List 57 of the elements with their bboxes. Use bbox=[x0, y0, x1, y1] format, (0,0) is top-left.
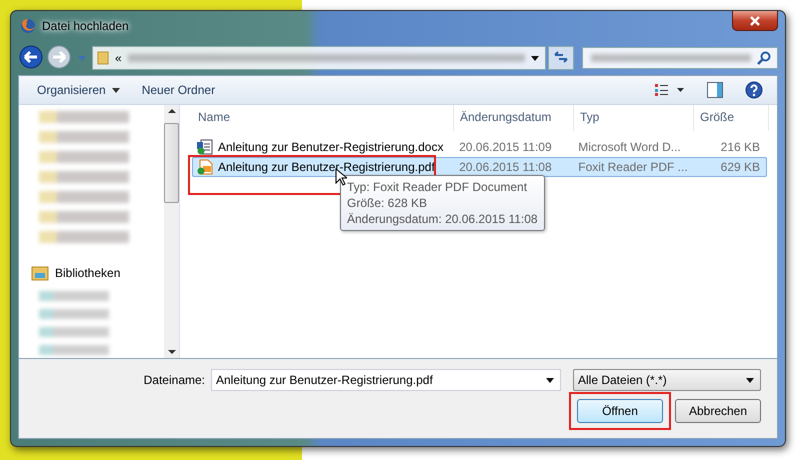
filename-value: Anleitung zur Benutzer-Registrierung.pdf bbox=[216, 373, 433, 387]
size-cell-text: 629 KB bbox=[720, 160, 762, 174]
date-cell-text: 20.06.2015 11:09 bbox=[458, 140, 553, 154]
scrollbar[interactable] bbox=[164, 105, 179, 358]
library-folder-icon bbox=[31, 265, 49, 281]
filename-field[interactable]: Anleitung zur Benutzer-Registrierung.pdf bbox=[211, 369, 561, 391]
back-button[interactable] bbox=[18, 45, 44, 71]
new-folder-button[interactable]: Neuer Ordner bbox=[136, 80, 222, 100]
filename-label: Dateiname: bbox=[144, 373, 205, 387]
breadcrumb-chevron[interactable]: « bbox=[115, 51, 122, 65]
dropdown-caret-icon bbox=[746, 378, 754, 382]
date-cell-text: 20.06.2015 11:08 bbox=[458, 160, 553, 174]
organize-menu-button[interactable]: Organisieren bbox=[31, 80, 126, 100]
browser-logo-icon bbox=[20, 18, 36, 34]
file-name: Anleitung zur Benutzer-Registrierung.docx bbox=[218, 140, 444, 154]
type-cell-text: Microsoft Word D... bbox=[577, 140, 682, 154]
blurred-sidebar-item bbox=[39, 309, 109, 319]
column-header[interactable]: Name bbox=[192, 105, 454, 131]
search-icon bbox=[757, 51, 771, 65]
file-type-dropdown[interactable]: Alle Dateien (*.*) bbox=[573, 369, 761, 391]
word-document-icon bbox=[197, 139, 213, 155]
blurred-sidebar-item bbox=[39, 345, 109, 355]
forward-button[interactable] bbox=[46, 45, 72, 71]
column-header[interactable]: Größe bbox=[694, 105, 769, 131]
column-header[interactable]: Änderungsdatum bbox=[454, 105, 574, 131]
tooltip-line: Typ: Foxit Reader PDF Document bbox=[347, 179, 528, 195]
size-cell-text: 216 KB bbox=[720, 140, 762, 154]
close-icon bbox=[750, 16, 760, 26]
help-icon bbox=[745, 81, 763, 99]
search-field[interactable] bbox=[582, 47, 778, 69]
pane-icon bbox=[707, 82, 723, 98]
column-header[interactable]: Typ bbox=[574, 105, 694, 131]
file-row[interactable]: Anleitung zur Benutzer-Registrierung.pdf 20.06.2015 11:08 Foxit Reader PDF ... 629 KB bbox=[192, 157, 767, 177]
blurred-sidebar-item bbox=[39, 291, 109, 301]
dialog-button[interactable]: Öffnen bbox=[577, 399, 663, 423]
blurred-sidebar-item bbox=[39, 327, 109, 337]
refresh-button[interactable] bbox=[548, 46, 574, 70]
window-title: Datei hochladen bbox=[42, 19, 129, 33]
address-bar[interactable]: « bbox=[92, 46, 546, 70]
close-button[interactable] bbox=[732, 11, 778, 31]
type-cell-text: Foxit Reader PDF ... bbox=[577, 160, 689, 174]
file-name: Anleitung zur Benutzer-Registrierung.pdf bbox=[218, 160, 435, 174]
scrollbar-thumb[interactable] bbox=[164, 123, 179, 203]
caret-icon bbox=[112, 88, 120, 92]
file-row[interactable]: Anleitung zur Benutzer-Registrierung.docx 20.06.2015 11:09 Microsoft Word D... 216 KB bbox=[192, 137, 767, 157]
up-arrow-icon[interactable] bbox=[168, 109, 176, 113]
refresh-arrows-icon bbox=[553, 48, 569, 64]
tooltip-line: Änderungsdatum: 20.06.2015 11:08 bbox=[347, 211, 538, 227]
list-view-icon bbox=[655, 84, 685, 96]
dropdown-caret-icon[interactable] bbox=[531, 56, 539, 60]
dropdown-caret-icon[interactable] bbox=[546, 378, 554, 382]
down-arrow-icon[interactable] bbox=[168, 350, 176, 354]
pdf-document-icon bbox=[197, 159, 213, 175]
sidebar-heading[interactable]: Bibliotheken bbox=[55, 266, 120, 280]
dialog-button[interactable]: Abbrechen bbox=[675, 399, 761, 423]
tooltip-line: Größe: 628 KB bbox=[347, 195, 428, 211]
folder-icon bbox=[97, 50, 109, 66]
